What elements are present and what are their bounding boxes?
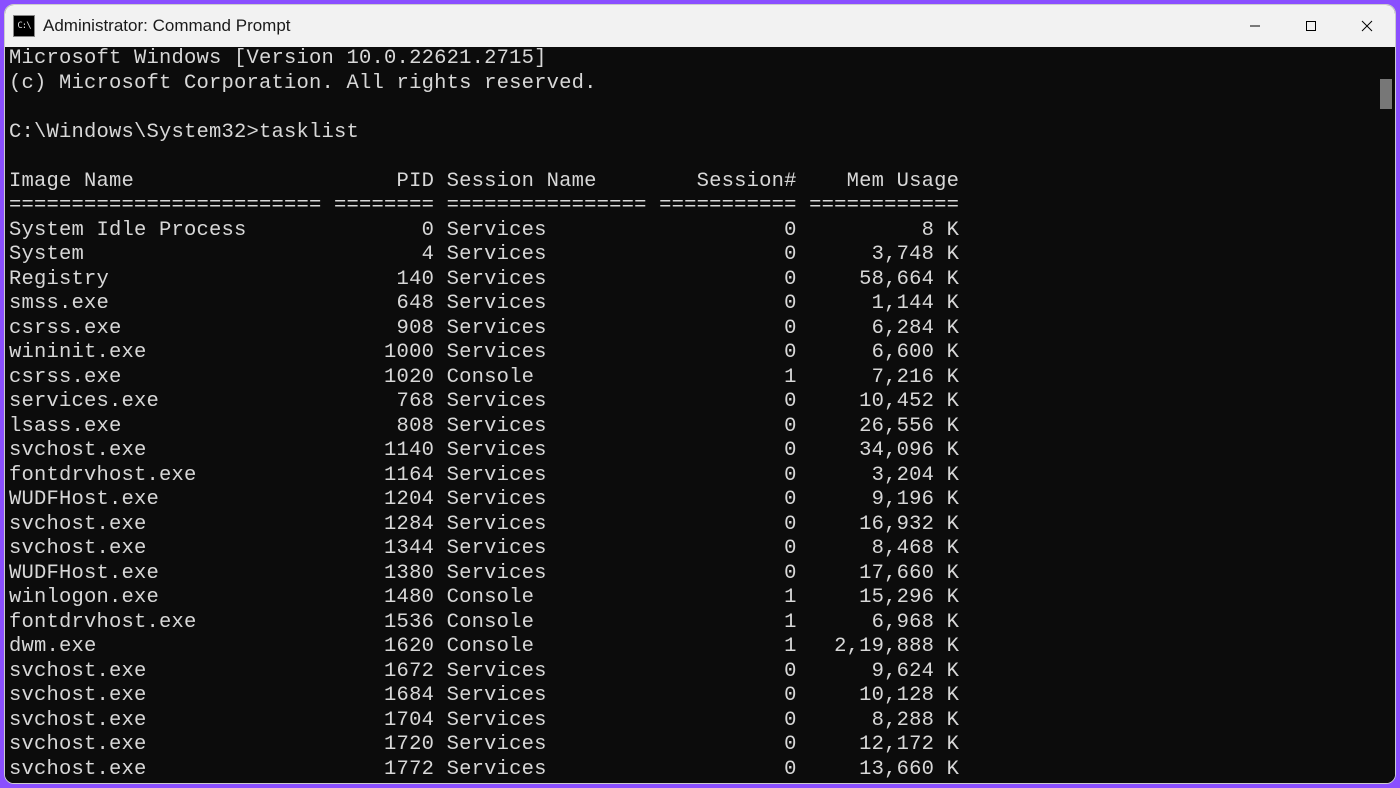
window-title: Administrator: Command Prompt	[43, 16, 291, 36]
minimize-icon	[1249, 20, 1261, 32]
minimize-button[interactable]	[1227, 5, 1283, 47]
close-icon	[1361, 20, 1373, 32]
scrollbar-thumb[interactable]	[1380, 79, 1392, 109]
command-prompt-window: Administrator: Command Prompt Microsoft …	[4, 4, 1396, 784]
maximize-button[interactable]	[1283, 5, 1339, 47]
close-button[interactable]	[1339, 5, 1395, 47]
terminal-area: Microsoft Windows [Version 10.0.22621.27…	[5, 47, 1395, 783]
window-controls	[1227, 5, 1395, 47]
scrollbar[interactable]	[1377, 47, 1395, 783]
titlebar[interactable]: Administrator: Command Prompt	[5, 5, 1395, 47]
cmd-app-icon	[13, 15, 35, 37]
maximize-icon	[1305, 20, 1317, 32]
terminal-output[interactable]: Microsoft Windows [Version 10.0.22621.27…	[5, 47, 1377, 783]
